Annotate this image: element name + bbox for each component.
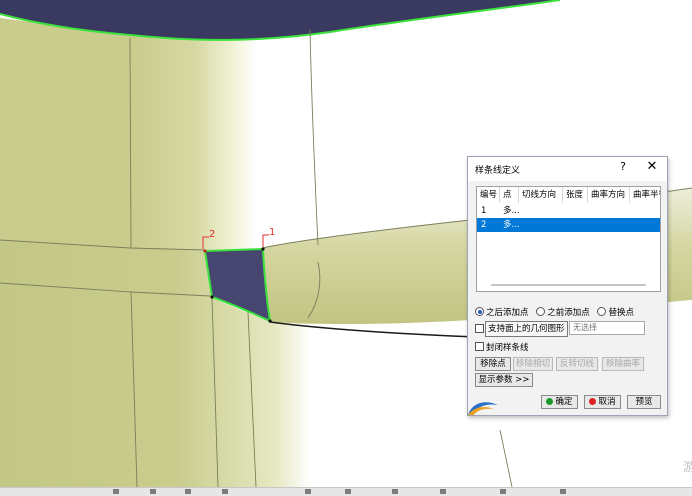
table-row-selected[interactable]: 2 多... (477, 218, 660, 232)
radio-replace[interactable]: 替换点 (597, 307, 634, 318)
radio-indicator (536, 307, 546, 316)
point-label-2: 2 (209, 229, 215, 240)
row-index: 2 (481, 220, 487, 230)
dialog-title: 样条线定义 (475, 166, 521, 176)
column-header-point[interactable]: 点 (500, 187, 519, 203)
close-button[interactable]: ✕ (644, 159, 660, 174)
ok-button[interactable]: 确定 (541, 395, 578, 409)
toolbar-icon[interactable] (560, 489, 566, 494)
column-header-curvature-radius[interactable]: 曲率半径 (630, 187, 660, 203)
table-row[interactable]: 1 多... (477, 204, 660, 218)
help-button[interactable]: ? (616, 160, 630, 173)
toolbar-icon[interactable] (185, 489, 191, 494)
support-checkbox[interactable] (475, 324, 484, 333)
reverse-tangent-button[interactable]: 反转切线 (556, 357, 598, 371)
remove-point-button[interactable]: 移除点 (475, 357, 511, 371)
row-point: 多... (503, 220, 520, 230)
radio-add-after[interactable]: 之后添加点 (475, 307, 529, 318)
toolbar-icon[interactable] (113, 489, 119, 494)
dialog-titlebar[interactable]: 样条线定义 ? ✕ (468, 157, 667, 181)
column-header-index[interactable]: 编号 (477, 187, 500, 203)
cancel-icon (589, 398, 597, 405)
column-header-tangent[interactable]: 切线方向 (519, 187, 563, 203)
column-header-tension[interactable]: 张度 (563, 187, 588, 203)
row-point: 多... (503, 206, 520, 216)
spline-definition-dialog: 样条线定义 ? ✕ 编号 点 切线方向 张度 曲率方向 曲率半径 1 多... … (467, 156, 668, 416)
remove-tangent-button[interactable]: 移除相切 (513, 357, 553, 371)
toolbar-icon[interactable] (222, 489, 228, 494)
column-header-curvature-dir[interactable]: 曲率方向 (588, 187, 630, 203)
toolbar-icon[interactable] (440, 489, 446, 494)
radio-add-before[interactable]: 之前添加点 (536, 307, 590, 318)
cancel-button[interactable]: 取消 (584, 395, 621, 409)
remove-curvature-button[interactable]: 移除曲率 (602, 357, 644, 371)
watermark: 游 (683, 460, 692, 474)
preview-button[interactable]: 预览 (627, 395, 661, 409)
horizontal-scrollbar[interactable] (481, 283, 656, 287)
toolbar-icon[interactable] (150, 489, 156, 494)
toolbar-icon[interactable] (392, 489, 398, 494)
radio-indicator (597, 307, 607, 316)
row-index: 1 (481, 206, 487, 216)
closed-spline-row[interactable]: 封闭样条线 (475, 341, 529, 353)
support-label[interactable]: 支持面上的几何图形 (485, 321, 568, 337)
closed-spline-checkbox[interactable] (475, 342, 484, 351)
scrollbar-thumb[interactable] (491, 284, 646, 286)
toolbar-icon[interactable] (345, 489, 351, 494)
toolbar-icon[interactable] (500, 489, 506, 494)
insert-mode-group: 之后添加点 之前添加点 替换点 (475, 306, 639, 318)
show-parameters-button[interactable]: 显示参数 >> (475, 373, 533, 387)
swirl-logo-icon (468, 402, 498, 415)
point-table[interactable]: 编号 点 切线方向 张度 曲率方向 曲率半径 1 多... 2 多... (476, 186, 661, 292)
ok-icon (546, 398, 554, 405)
toolbar-icon[interactable] (305, 489, 311, 494)
support-input[interactable] (569, 321, 645, 335)
closed-spline-label: 封闭样条线 (486, 343, 529, 353)
point-label-1: 1 (269, 227, 275, 238)
radio-indicator (475, 307, 484, 316)
